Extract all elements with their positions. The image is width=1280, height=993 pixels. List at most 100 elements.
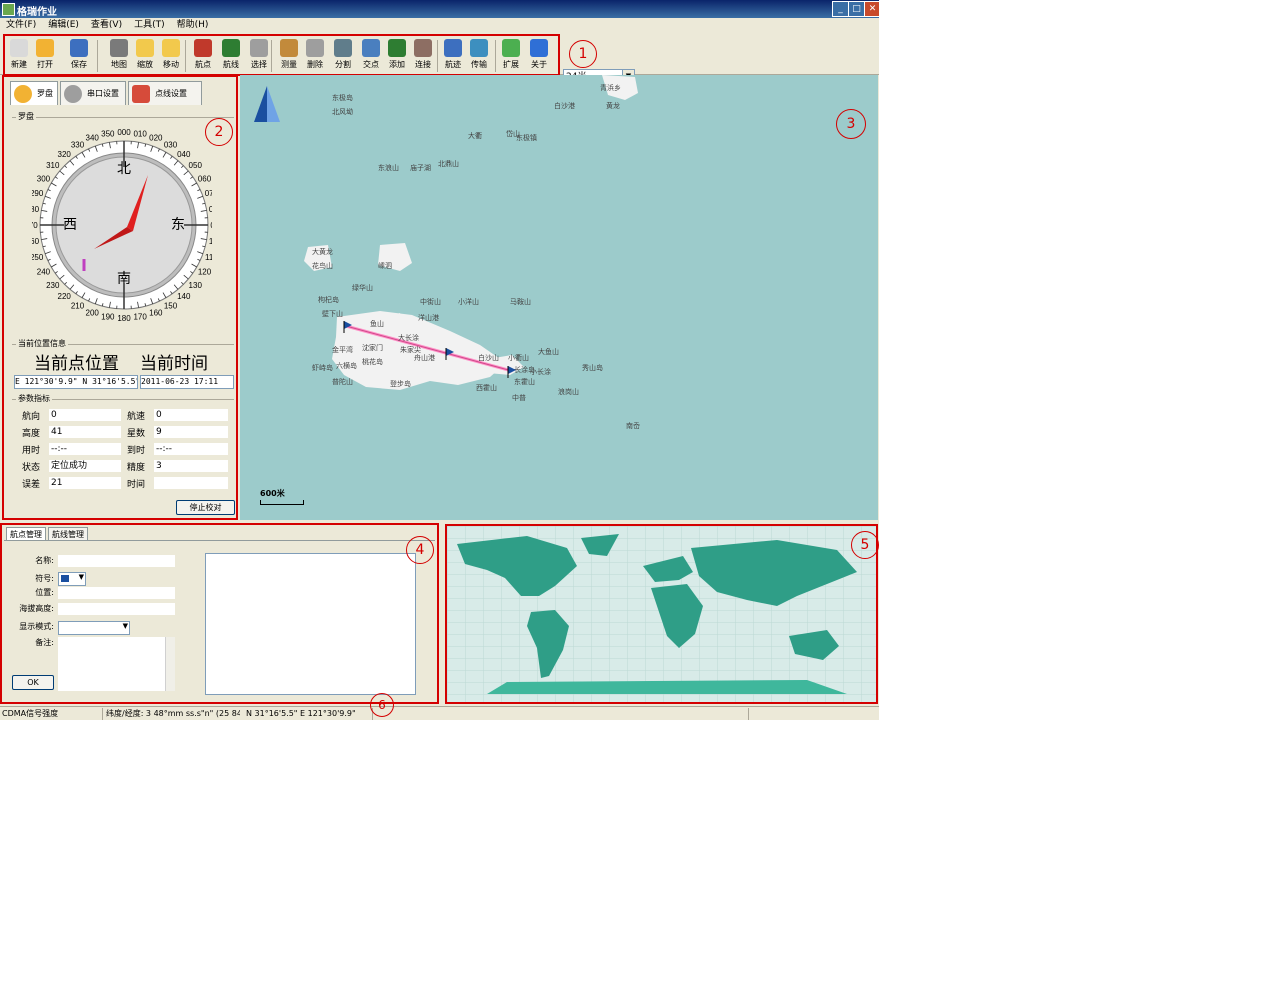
compass-degree-label: 130 xyxy=(189,281,203,290)
compass-degree-label: 070 xyxy=(205,189,212,198)
tab-compass[interactable]: 罗盘 xyxy=(10,81,58,105)
map-view[interactable]: 东极岛 北风坳 白沙港 青浜乡 黄龙 大衢 岱山 东浪山 庙子湖 北鼎山 大黄龙 花鸟山 嵊泗 绿华山 枸杞… xyxy=(240,75,878,520)
tool-route-button[interactable]: 航线 xyxy=(219,38,243,74)
param-value xyxy=(154,477,228,489)
world-map-canvas[interactable] xyxy=(447,526,876,702)
tab-point-line-settings[interactable]: 点线设置 xyxy=(128,81,202,105)
tool-cursor-select-button[interactable]: 选择 xyxy=(247,38,271,74)
tool-ruler-button[interactable]: 测量 xyxy=(277,38,301,74)
compass-cardinal-east: 东 xyxy=(171,217,185,233)
scissors-icon xyxy=(334,39,352,57)
compass-degree-label: 010 xyxy=(133,129,147,138)
tool-label: 关于 xyxy=(531,60,547,69)
map-place-name: 东霍山 xyxy=(514,378,535,386)
tab-waypoint-management[interactable]: 航点管理 xyxy=(6,527,46,541)
toolbar-separator xyxy=(271,40,272,72)
tool-connect-button[interactable]: 连接 xyxy=(411,38,435,74)
menu-file[interactable]: 文件(F) xyxy=(0,18,42,32)
waypoint-pin-icon xyxy=(194,39,212,57)
tab-serial-label: 串口设置 xyxy=(87,89,119,98)
compass-degree-label: 140 xyxy=(177,292,191,301)
tool-label: 连接 xyxy=(415,60,431,69)
tool-map-button[interactable]: 地图 xyxy=(107,38,131,74)
maximize-button[interactable]: □ xyxy=(848,1,865,17)
tool-trash-button[interactable]: 删除 xyxy=(303,38,327,74)
tool-hand-pan-button[interactable]: 移动 xyxy=(159,38,183,74)
menu-view[interactable]: 查看(V) xyxy=(85,18,128,32)
annotation-marker-1: 1 xyxy=(569,40,597,68)
track-icon xyxy=(444,39,462,57)
tool-zoom-button[interactable]: 缩放 xyxy=(133,38,157,74)
param-value: --:-- xyxy=(49,443,121,455)
name-input[interactable] xyxy=(58,555,175,567)
overview-map[interactable] xyxy=(445,524,878,704)
param-value: 3 xyxy=(154,460,228,472)
gear-icon xyxy=(64,85,82,103)
tab-serial-settings[interactable]: 串口设置 xyxy=(60,81,126,105)
chevron-down-icon[interactable]: ▼ xyxy=(123,622,128,630)
position-label: 位置: xyxy=(35,588,54,597)
tool-new-file-button[interactable]: 新建 xyxy=(7,38,31,74)
map-place-name: 桃花岛 xyxy=(362,358,383,366)
display-mode-select[interactable]: ▼ xyxy=(58,621,130,635)
menu-edit[interactable]: 编辑(E) xyxy=(42,18,85,32)
symbol-select[interactable]: ▼ xyxy=(58,572,86,586)
compass-degree-label: 170 xyxy=(133,313,147,322)
minimize-button[interactable]: _ xyxy=(832,1,849,17)
menu-bar: 文件(F) 编辑(E) 查看(V) 工具(T) 帮助(H) xyxy=(0,18,879,32)
compass-dial: 000010020030040 050 060 070 080 090 100 110 120 1… xyxy=(32,128,212,323)
map-scale-line xyxy=(260,500,304,505)
toolbar-separator xyxy=(495,40,496,72)
altitude-input[interactable] xyxy=(58,603,175,615)
map-place-name: 大衢 xyxy=(468,132,482,140)
map-place-name: 绿华山 xyxy=(352,284,373,292)
tool-track-button[interactable]: 航迹 xyxy=(441,38,465,74)
annotation-marker-3: 3 xyxy=(836,109,866,139)
compass-degree-label: 310 xyxy=(46,161,60,170)
tool-transfer-button[interactable]: 传输 xyxy=(467,38,491,74)
tool-label: 传输 xyxy=(471,60,487,69)
scrollbar[interactable] xyxy=(165,637,175,691)
param-value: 41 xyxy=(49,426,121,438)
position-input[interactable] xyxy=(58,587,175,599)
signal-strength-status: CDMA信号强度 xyxy=(2,709,59,718)
tool-save-disk-button[interactable]: 保存 xyxy=(67,38,91,74)
ok-button[interactable]: OK xyxy=(12,675,54,690)
tool-waypoint-pin-button[interactable]: 航点 xyxy=(191,38,215,74)
waypoint-list[interactable] xyxy=(205,553,416,695)
compass-degree-label: 000 xyxy=(117,128,131,137)
tool-intersection-button[interactable]: 交点 xyxy=(359,38,383,74)
tool-label: 交点 xyxy=(363,60,379,69)
divider xyxy=(748,708,749,720)
tool-expand-button[interactable]: 扩展 xyxy=(499,38,523,74)
flag-icon xyxy=(61,575,69,582)
compass-cardinal-west: 西 xyxy=(63,217,77,233)
app-icon xyxy=(2,3,15,16)
param-label: 星数 xyxy=(127,429,146,439)
notes-textarea[interactable] xyxy=(58,637,175,691)
altitude-label: 海拔高度: xyxy=(19,604,54,613)
left-panel: 罗盘 串口设置 点线设置 罗盘 000 010 020 030 040 050 060 07 0… xyxy=(2,75,238,520)
tool-open-folder-button[interactable]: 打开 xyxy=(33,38,57,74)
tool-help-button[interactable]: 关于 xyxy=(527,38,551,74)
close-button[interactable]: ✕ xyxy=(864,1,879,17)
tool-add-point-button[interactable]: 添加 xyxy=(385,38,409,74)
menu-help[interactable]: 帮助(H) xyxy=(171,18,215,32)
menu-tools[interactable]: 工具(T) xyxy=(128,18,171,32)
map-icon xyxy=(110,39,128,57)
tool-scissors-button[interactable]: 分割 xyxy=(331,38,355,74)
tab-route-management[interactable]: 航线管理 xyxy=(48,527,88,541)
stop-calibration-button[interactable]: 停止校对 xyxy=(176,500,235,515)
chevron-down-icon[interactable]: ▼ xyxy=(79,573,84,581)
map-place-name: 枸杞岛 xyxy=(318,296,339,304)
display-mode-label: 显示模式: xyxy=(19,622,54,631)
tool-label: 扩展 xyxy=(503,60,519,69)
tab-compass-label: 罗盘 xyxy=(37,89,53,98)
map-place-name: 沈家门 xyxy=(362,344,383,352)
param-value: 21 xyxy=(49,477,121,489)
tool-label: 航线 xyxy=(223,60,239,69)
ruler-icon xyxy=(280,39,298,57)
param-label: 航向 xyxy=(22,412,41,422)
compass-degree-label: 120 xyxy=(198,268,212,277)
toolbar: 新建打开保存地图缩放移动航点航线选择测量删除分割交点添加连接航迹传输扩展关于 2… xyxy=(0,32,879,84)
